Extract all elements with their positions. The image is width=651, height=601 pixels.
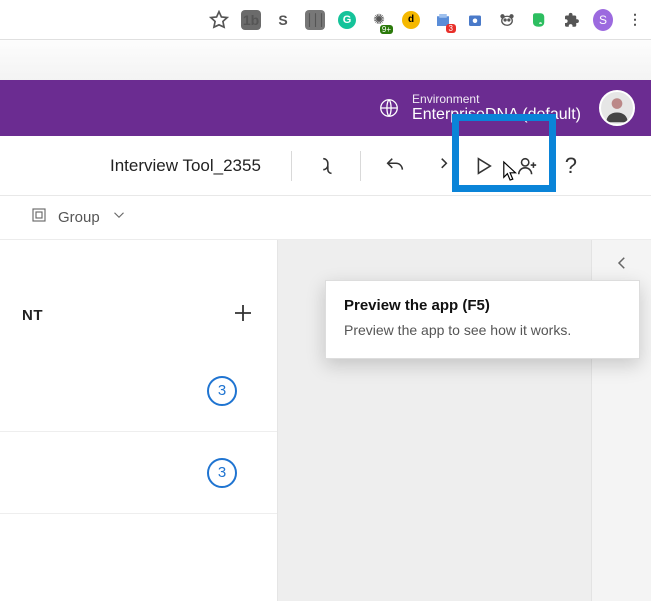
environment-selector[interactable]: Environment EnterpriseDNA (default) xyxy=(378,92,581,124)
tab-strip-gap xyxy=(0,40,651,80)
help-button[interactable]: ? xyxy=(549,144,593,188)
app-canvas[interactable]: NT 3 3 xyxy=(0,240,278,601)
extension-icon-barcode[interactable]: ∣∣∣ xyxy=(305,10,325,30)
extensions-puzzle-icon[interactable] xyxy=(561,10,581,30)
toolbar-separator xyxy=(291,151,292,181)
tooltip-body: Preview the app to see how it works. xyxy=(344,322,621,338)
extension-icon-burst[interactable]: ✺9+ xyxy=(369,10,389,30)
group-icon[interactable] xyxy=(30,206,48,229)
count-badge: 3 xyxy=(207,458,237,488)
extension-icon-cube[interactable] xyxy=(465,10,485,30)
undo-button[interactable] xyxy=(373,144,417,188)
skype-icon[interactable]: S xyxy=(273,10,293,30)
list-item[interactable]: 3 xyxy=(0,350,277,432)
environment-bar: Environment EnterpriseDNA (default) xyxy=(0,80,651,136)
evernote-icon[interactable] xyxy=(529,10,549,30)
tooltip-title: Preview the app (F5) xyxy=(344,297,621,314)
list-item[interactable]: 3 xyxy=(0,432,277,514)
app-toolbar: Interview Tool_2355 ? xyxy=(0,136,651,196)
preview-button[interactable] xyxy=(461,144,505,188)
browser-extension-bar: 1b S ∣∣∣ ✺9+ d 3 S ⋮ xyxy=(0,0,651,40)
environment-value: EnterpriseDNA (default) xyxy=(412,106,581,124)
environment-label: Environment xyxy=(412,92,581,106)
add-item-button[interactable] xyxy=(231,301,255,330)
chevron-left-icon[interactable] xyxy=(613,254,631,277)
redo-button[interactable] xyxy=(417,144,461,188)
canvas-list-header: NT xyxy=(0,280,277,350)
globe-icon xyxy=(378,97,400,119)
chevron-down-icon[interactable] xyxy=(110,206,128,229)
grammarly-icon[interactable] xyxy=(337,10,357,30)
app-checker-button[interactable] xyxy=(304,144,348,188)
extension-icon-yellow[interactable]: d xyxy=(401,10,421,30)
browser-menu-icon[interactable]: ⋮ xyxy=(625,10,645,30)
addon-badge: 3 xyxy=(446,24,456,33)
extension-icon-panda[interactable] xyxy=(497,10,517,30)
group-dropdown[interactable]: Group xyxy=(58,209,100,226)
ribbon-subbar: Group xyxy=(0,196,651,240)
profile-avatar[interactable]: S xyxy=(593,10,613,30)
editor-stage: Preview the app (F5) Preview the app to … xyxy=(0,240,651,601)
share-button[interactable] xyxy=(505,144,549,188)
count-badge: 3 xyxy=(207,376,237,406)
bookmark-star-icon[interactable] xyxy=(209,10,229,30)
burst-badge: 9+ xyxy=(380,25,393,34)
user-avatar[interactable] xyxy=(599,90,635,126)
extension-icon-1[interactable]: 1b xyxy=(241,10,261,30)
app-title: Interview Tool_2355 xyxy=(10,156,279,176)
environment-text: Environment EnterpriseDNA (default) xyxy=(412,92,581,124)
extension-icon-addon[interactable]: 3 xyxy=(433,10,453,30)
list-header-text: NT xyxy=(22,307,43,324)
preview-tooltip: Preview the app (F5) Preview the app to … xyxy=(325,280,640,359)
toolbar-separator xyxy=(360,151,361,181)
